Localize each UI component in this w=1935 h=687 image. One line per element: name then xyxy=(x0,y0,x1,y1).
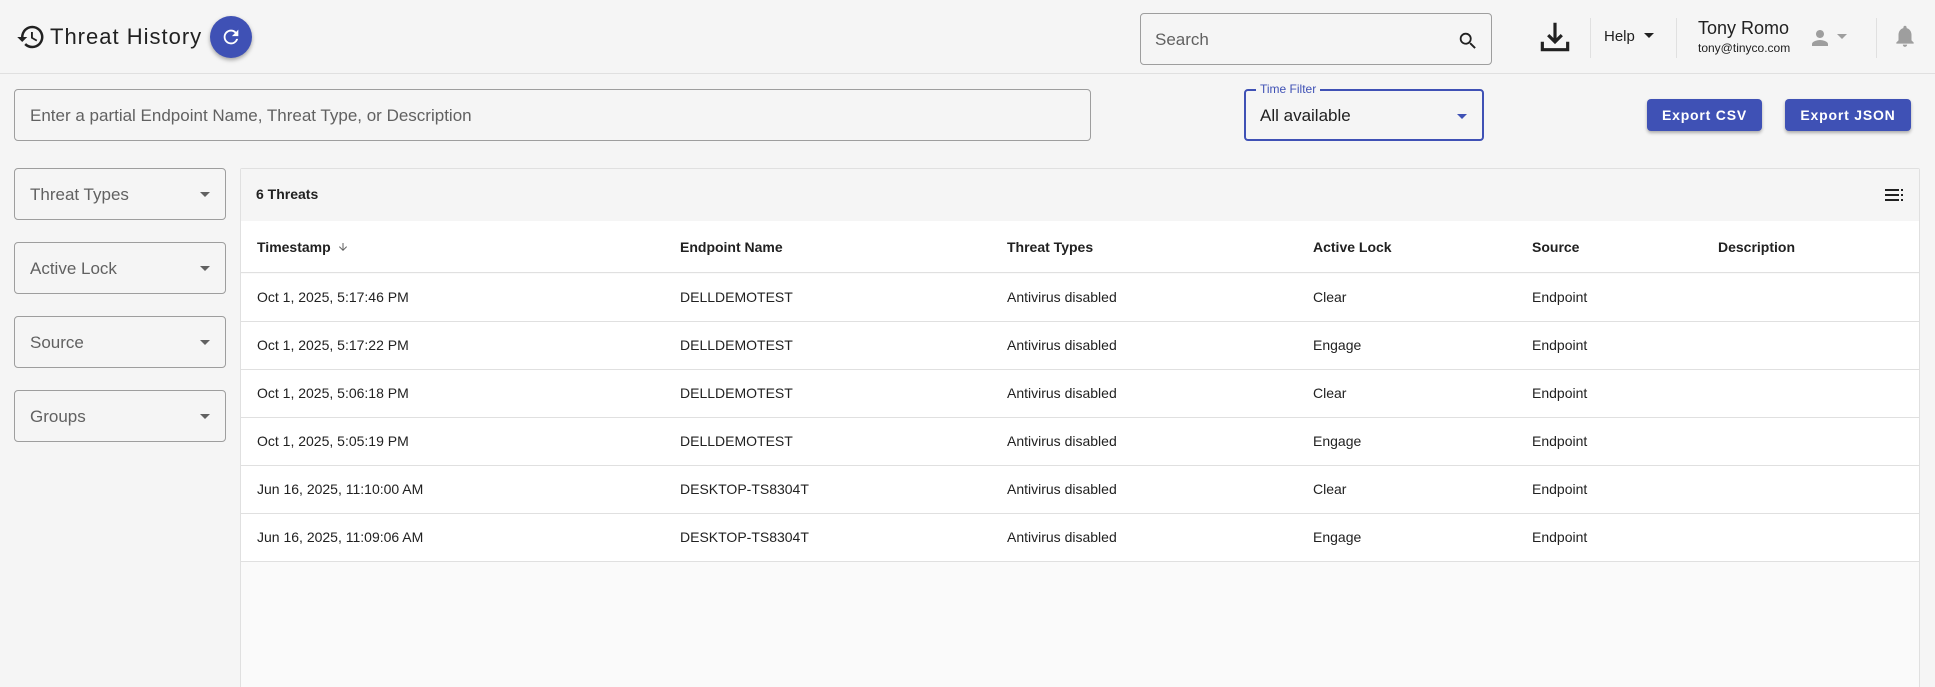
active-lock-filter-label: Active Lock xyxy=(30,259,117,278)
column-header-label: Timestamp xyxy=(257,239,331,255)
cell-threat-types: Antivirus disabled xyxy=(1007,529,1117,545)
source-filter-label: Source xyxy=(30,333,84,352)
cell-timestamp: Oct 1, 2025, 5:05:19 PM xyxy=(257,433,409,449)
search-icon[interactable] xyxy=(1457,30,1479,52)
groups-filter-label: Groups xyxy=(30,407,86,426)
help-menu-button[interactable]: Help xyxy=(1604,24,1655,48)
cell-source: Endpoint xyxy=(1532,529,1588,545)
column-header-threat-types[interactable]: Threat Types xyxy=(1007,239,1093,255)
chevron-down-icon xyxy=(200,266,210,271)
chevron-down-icon[interactable] xyxy=(1836,32,1848,42)
cell-endpoint-name: DELLDEMOTEST xyxy=(680,337,793,353)
column-header-label: Threat Types xyxy=(1007,239,1094,255)
active-lock-filter[interactable]: Active Lock xyxy=(14,242,226,294)
time-filter-select[interactable]: Time Filter All available xyxy=(1244,82,1484,141)
top-bar: Threat History Help Tony Romo tony@tinyc… xyxy=(0,0,1935,74)
column-header-description[interactable]: Description xyxy=(1718,239,1795,255)
column-header-label: Active Lock xyxy=(1313,239,1392,255)
groups-filter[interactable]: Groups xyxy=(14,390,226,442)
chevron-down-icon xyxy=(1457,114,1467,119)
table-row[interactable]: Jun 16, 2025, 11:10:00 AM DESKTOP-TS8304… xyxy=(241,466,1919,514)
table-header: Timestamp Endpoint Name Threat Types Act… xyxy=(241,221,1919,273)
cell-threat-types: Antivirus disabled xyxy=(1007,289,1117,305)
divider xyxy=(1590,18,1591,58)
help-label: Help xyxy=(1604,27,1635,45)
table-row[interactable]: Oct 1, 2025, 5:06:18 PM DELLDEMOTEST Ant… xyxy=(241,370,1919,418)
person-icon[interactable] xyxy=(1808,26,1832,50)
cell-active-lock: Clear xyxy=(1313,289,1347,305)
cell-threat-types: Antivirus disabled xyxy=(1007,433,1117,449)
arrow-down-icon xyxy=(338,243,347,251)
list-icon[interactable] xyxy=(1885,187,1905,203)
query-filter-input[interactable] xyxy=(30,103,1070,129)
table-row[interactable]: Jun 16, 2025, 11:09:06 AM DESKTOP-TS8304… xyxy=(241,514,1919,562)
cell-active-lock: Engage xyxy=(1313,433,1362,449)
export-csv-button[interactable]: Export CSV xyxy=(1647,99,1762,131)
cell-active-lock: Engage xyxy=(1313,337,1362,353)
threat-types-filter-label: Threat Types xyxy=(30,185,129,204)
table-row[interactable]: Oct 1, 2025, 5:17:46 PM DELLDEMOTEST Ant… xyxy=(241,274,1919,322)
cell-endpoint-name: DESKTOP-TS8304T xyxy=(680,481,809,497)
page-title: Threat History xyxy=(50,24,203,49)
chevron-down-icon xyxy=(200,414,210,419)
cell-timestamp: Oct 1, 2025, 5:17:22 PM xyxy=(257,337,409,353)
cell-endpoint-name: DESKTOP-TS8304T xyxy=(680,529,809,545)
cell-timestamp: Jun 16, 2025, 11:09:06 AM xyxy=(257,529,424,545)
download-icon[interactable] xyxy=(1536,18,1574,56)
search-input[interactable] xyxy=(1155,27,1445,53)
threat-count: 6 Threats xyxy=(256,186,319,202)
cell-source: Endpoint xyxy=(1532,337,1588,353)
table-row[interactable]: Oct 1, 2025, 5:17:22 PM DELLDEMOTEST Ant… xyxy=(241,322,1919,370)
cell-active-lock: Clear xyxy=(1313,385,1347,401)
chevron-down-icon xyxy=(200,340,210,345)
cell-source: Endpoint xyxy=(1532,385,1588,401)
divider xyxy=(1876,18,1877,58)
export-json-button[interactable]: Export JSON xyxy=(1785,99,1911,131)
user-name: Tony Romo xyxy=(1698,18,1790,38)
search-box[interactable] xyxy=(1140,13,1492,65)
column-header-active-lock[interactable]: Active Lock xyxy=(1313,239,1392,255)
cell-threat-types: Antivirus disabled xyxy=(1007,481,1117,497)
column-header-source[interactable]: Source xyxy=(1532,239,1579,255)
column-header-label: Description xyxy=(1718,239,1796,255)
cell-threat-types: Antivirus disabled xyxy=(1007,385,1117,401)
chevron-down-icon xyxy=(1643,33,1654,38)
cell-source: Endpoint xyxy=(1532,289,1588,305)
cell-endpoint-name: DELLDEMOTEST xyxy=(680,289,793,305)
column-header-endpoint-name[interactable]: Endpoint Name xyxy=(680,239,783,255)
cell-endpoint-name: DELLDEMOTEST xyxy=(680,433,793,449)
cell-timestamp: Oct 1, 2025, 5:17:46 PM xyxy=(257,289,409,305)
chevron-down-icon xyxy=(200,192,210,197)
cell-active-lock: Engage xyxy=(1313,529,1362,545)
time-filter-value: All available xyxy=(1260,106,1351,125)
table-row[interactable]: Oct 1, 2025, 5:05:19 PM DELLDEMOTEST Ant… xyxy=(241,418,1919,466)
column-header-timestamp[interactable]: Timestamp xyxy=(257,239,349,255)
cell-active-lock: Clear xyxy=(1313,481,1347,497)
cell-timestamp: Oct 1, 2025, 5:06:18 PM xyxy=(257,385,409,401)
table-toolbar: 6 Threats xyxy=(241,169,1919,221)
cell-source: Endpoint xyxy=(1532,433,1588,449)
refresh-icon xyxy=(223,29,239,45)
threats-table-panel: 6 Threats Timestamp Endpoint Name Threat… xyxy=(240,168,1920,687)
cell-source: Endpoint xyxy=(1532,481,1588,497)
cell-endpoint-name: DELLDEMOTEST xyxy=(680,385,793,401)
divider xyxy=(1676,18,1677,58)
query-filter-box[interactable] xyxy=(14,89,1091,141)
bell-icon[interactable] xyxy=(1892,22,1918,50)
column-header-label: Source xyxy=(1532,239,1580,255)
history-icon xyxy=(17,25,44,49)
threat-types-filter[interactable]: Threat Types xyxy=(14,168,226,220)
refresh-button[interactable] xyxy=(210,16,252,58)
user-email: tony@tinyco.com xyxy=(1698,41,1791,55)
column-header-label: Endpoint Name xyxy=(680,239,783,255)
time-filter-label: Time Filter xyxy=(1256,82,1321,96)
source-filter[interactable]: Source xyxy=(14,316,226,368)
cell-threat-types: Antivirus disabled xyxy=(1007,337,1117,353)
cell-timestamp: Jun 16, 2025, 11:10:00 AM xyxy=(257,481,424,497)
